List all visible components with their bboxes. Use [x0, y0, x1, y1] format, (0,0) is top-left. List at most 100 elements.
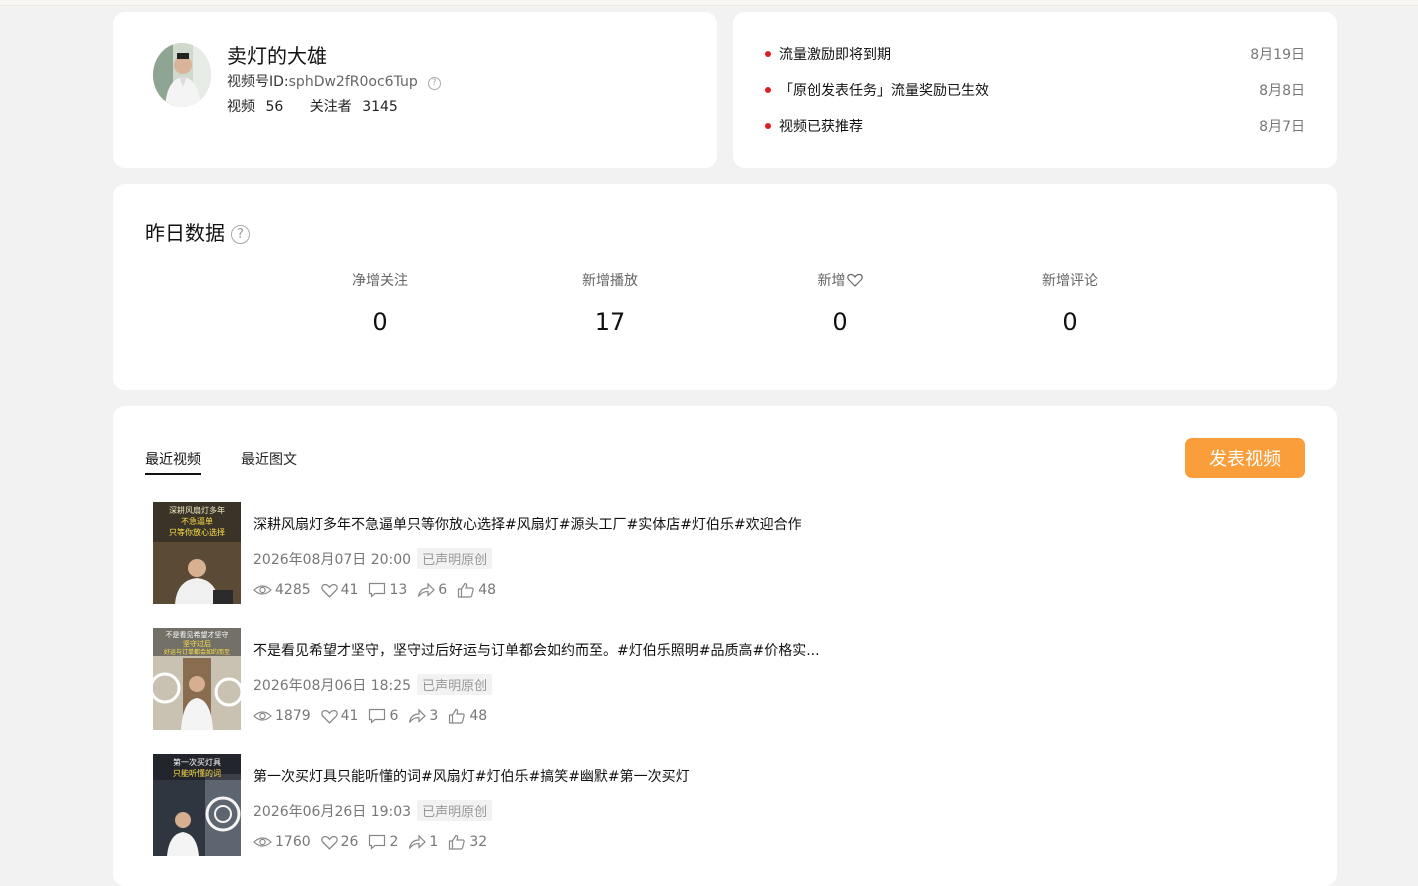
- notice-item[interactable]: 流量激励即将到期 8月19日: [765, 44, 1305, 64]
- red-dot-icon: [765, 51, 771, 57]
- red-dot-icon: [765, 123, 771, 129]
- notice-text: 视频已获推荐: [779, 119, 863, 135]
- share-icon: [418, 582, 436, 597]
- video-meta: 2026年06月26日 19:03 已声明原创: [253, 800, 493, 821]
- profile-id-label: 视频号ID:: [227, 74, 289, 90]
- section-title-text: 昨日数据: [145, 221, 225, 245]
- thumbs-count: 32: [469, 834, 488, 850]
- publish-video-button[interactable]: 发表视频: [1185, 438, 1305, 478]
- likes-count: 41: [340, 582, 359, 598]
- views-count: 1760: [275, 834, 311, 850]
- videos-count: 56: [265, 99, 284, 115]
- stat-value: 17: [594, 308, 626, 336]
- eye-icon: [253, 711, 272, 721]
- recent-content-card: 最近视频 最近图文 发表视频 深耕风扇灯多年 不急逼单 只等你放心选择 深耕风扇…: [113, 406, 1337, 886]
- profile-name: 卖灯的大雄: [227, 44, 327, 68]
- thumbs-count: 48: [478, 582, 497, 598]
- video-thumbnail[interactable]: 深耕风扇灯多年 不急逼单 只等你放心选择: [153, 502, 241, 604]
- stat-label: 新增播放: [582, 273, 638, 289]
- thumb-caption: 不是看见希望才坚守: [166, 630, 229, 639]
- notice-item[interactable]: 视频已获推荐 8月7日: [765, 116, 1305, 136]
- help-icon[interactable]: ?: [427, 77, 441, 90]
- red-dot-icon: [765, 87, 771, 93]
- video-stats: 1760 26 2 1 32: [253, 834, 497, 850]
- heart-icon: [320, 709, 338, 724]
- stat-label: 净增关注: [352, 273, 408, 289]
- comment-icon: [369, 582, 386, 598]
- videos-label: 视频: [227, 99, 255, 115]
- video-title[interactable]: 不是看见希望才坚守，坚守过后好运与订单都会如约而至。#灯伯乐照明#品质高#价格实…: [253, 640, 820, 660]
- avatar[interactable]: [153, 43, 211, 107]
- video-thumbnail[interactable]: 不是看见希望才坚守 坚守过后 好运与订单都会如约而至: [153, 628, 241, 730]
- notice-date: 8月8日: [1259, 83, 1305, 99]
- notice-card: 流量激励即将到期 8月19日 「原创发表任务」流量奖励已生效 8月8日 视频已获…: [733, 12, 1337, 168]
- video-stats: 4285 41 13 6 48: [253, 582, 506, 598]
- video-datetime: 2026年06月26日 19:03: [253, 804, 412, 820]
- stat-value: 0: [1062, 308, 1078, 336]
- tab-recent-videos[interactable]: 最近视频: [145, 449, 201, 475]
- video-title[interactable]: 第一次买灯具只能听懂的词#风扇灯#灯伯乐#搞笑#幽默#第一次买灯: [253, 766, 690, 786]
- profile-id-value[interactable]: sphDw2fR0oc6Tup: [289, 74, 418, 90]
- video-list-item[interactable]: 不是看见希望才坚守 坚守过后 好运与订单都会如约而至 不是看见希望才坚守，坚守过…: [153, 628, 1153, 730]
- shares-count: 6: [438, 582, 448, 598]
- followers-count: 3145: [362, 99, 398, 115]
- shares-count: 1: [429, 834, 439, 850]
- thumb-caption: 好运与订单都会如约而至: [164, 648, 230, 656]
- video-datetime: 2026年08月06日 18:25: [253, 678, 412, 694]
- video-datetime: 2026年08月07日 20:00: [253, 552, 412, 568]
- video-title[interactable]: 深耕风扇灯多年不急逼单只等你放心选择#风扇灯#源头工厂#实体店#灯伯乐#欢迎合作: [253, 514, 802, 534]
- comments-count: 13: [389, 582, 408, 598]
- video-meta: 2026年08月07日 20:00 已声明原创: [253, 548, 493, 569]
- stat-label-row: 新增: [750, 270, 930, 290]
- thumbs-up-icon: [449, 834, 466, 850]
- profile-id: 视频号ID:sphDw2fR0oc6Tup?: [227, 71, 441, 91]
- notice-item[interactable]: 「原创发表任务」流量奖励已生效 8月8日: [765, 80, 1305, 100]
- eye-icon: [253, 585, 272, 595]
- profile-card: 卖灯的大雄 视频号ID:sphDw2fR0oc6Tup? 视频 56 关注者 3…: [113, 12, 717, 168]
- thumb-caption: 坚守过后: [183, 639, 211, 648]
- views-count: 4285: [275, 582, 311, 598]
- video-list-item[interactable]: 深耕风扇灯多年 不急逼单 只等你放心选择 深耕风扇灯多年不急逼单只等你放心选择#…: [153, 502, 1153, 604]
- notice-date: 8月7日: [1259, 119, 1305, 135]
- original-badge: 已声明原创: [417, 674, 493, 695]
- stat-label: 新增评论: [1042, 273, 1098, 289]
- video-list-item[interactable]: 第一次买灯具 只能听懂的词 第一次买灯具只能听懂的词#风扇灯#灯伯乐#搞笑#幽默…: [153, 754, 1153, 856]
- comments-count: 6: [389, 708, 399, 724]
- heart-icon: [846, 273, 863, 287]
- comment-icon: [369, 834, 386, 850]
- section-title: 昨日数据?: [145, 217, 250, 246]
- heart-icon: [320, 583, 338, 598]
- share-icon: [409, 708, 427, 723]
- thumb-caption: 只能听懂的词: [173, 768, 221, 778]
- stat-new-comments: 新增评论 0: [980, 270, 1160, 336]
- stat-new-plays: 新增播放 17: [520, 270, 700, 336]
- thumb-caption: 深耕风扇灯多年: [169, 505, 225, 515]
- followers-label: 关注者: [309, 99, 352, 115]
- video-thumbnail[interactable]: 第一次买灯具 只能听懂的词: [153, 754, 241, 856]
- original-badge: 已声明原创: [417, 548, 493, 569]
- stat-value: 0: [372, 308, 388, 336]
- stat-value: 0: [832, 308, 848, 336]
- heart-icon: [320, 835, 338, 850]
- tab-recent-posts[interactable]: 最近图文: [241, 449, 297, 473]
- notice-text: 流量激励即将到期: [779, 47, 891, 63]
- comment-icon: [369, 708, 386, 724]
- comments-count: 2: [389, 834, 399, 850]
- stat-net-followers: 净增关注 0: [290, 270, 470, 336]
- thumb-caption: 不急逼单: [181, 516, 213, 526]
- thumbs-up-icon: [458, 582, 474, 598]
- stat-label: 新增: [817, 273, 846, 289]
- likes-count: 26: [340, 834, 359, 850]
- eye-icon: [253, 837, 272, 847]
- notice-date: 8月19日: [1250, 47, 1305, 63]
- thumb-caption: 第一次买灯具: [173, 757, 221, 767]
- views-count: 1879: [275, 708, 311, 724]
- thumbs-count: 48: [469, 708, 488, 724]
- video-stats: 1879 41 6 3 48: [253, 708, 497, 724]
- video-meta: 2026年08月06日 18:25 已声明原创: [253, 674, 493, 695]
- thumbs-up-icon: [449, 708, 466, 724]
- help-icon[interactable]: ?: [231, 225, 250, 244]
- notice-text: 「原创发表任务」流量奖励已生效: [779, 83, 989, 99]
- likes-count: 41: [340, 708, 359, 724]
- yesterday-stats-card: 昨日数据? 净增关注 0 新增播放 17 新增 0 新增评论 0: [113, 184, 1337, 390]
